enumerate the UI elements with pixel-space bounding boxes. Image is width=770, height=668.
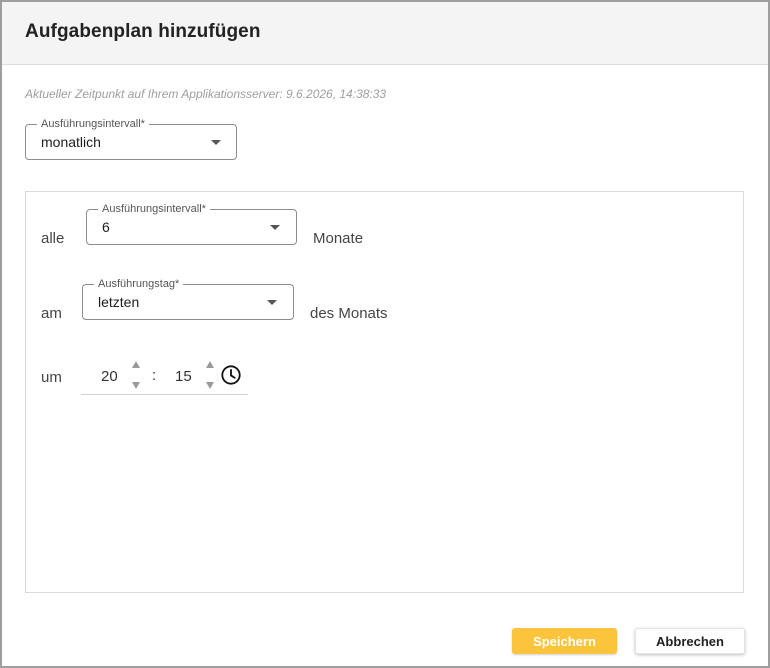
arrow-down-icon[interactable] [132,382,140,389]
day-select-value: letzten [98,294,140,310]
arrow-up-icon[interactable] [132,361,140,368]
clock-icon[interactable] [220,364,242,386]
arrow-up-icon[interactable] [206,361,214,368]
minutes-spinner[interactable] [203,357,217,393]
dialog-header: Aufgabenplan hinzufügen [2,2,768,65]
at-label: um [41,369,62,386]
on-label: am [41,305,62,322]
day-select-label: Ausführungstag* [94,277,184,291]
arrow-down-icon[interactable] [206,382,214,389]
save-button[interactable]: Speichern [512,628,617,654]
hours-input[interactable]: 20 [101,368,118,385]
day-select[interactable]: Ausführungstag* letzten [82,277,294,320]
chevron-down-icon [267,300,277,305]
chevron-down-icon [270,225,280,230]
time-picker: 20 : 15 [81,354,248,395]
cancel-button[interactable]: Abbrechen [635,628,745,654]
dialog-title: Aufgabenplan hinzufügen [25,21,261,42]
server-time-hint: Aktueller Zeitpunkt auf Ihrem Applikatio… [25,87,387,101]
interval-select-value: monatlich [41,134,101,150]
add-schedule-dialog: Aufgabenplan hinzufügen Aktueller Zeitpu… [0,0,770,668]
interval-select-label: Ausführungsintervall* [37,117,149,131]
every-label: alle [41,230,65,247]
months-select-label: Ausführungsintervall* [98,202,210,216]
months-suffix: Monate [313,230,364,247]
time-separator: : [152,367,157,384]
months-select[interactable]: Ausführungsintervall* 6 [86,202,297,245]
chevron-down-icon [211,140,221,145]
interval-select[interactable]: Ausführungsintervall* monatlich [25,117,237,160]
months-select-value: 6 [102,219,110,235]
day-suffix: des Monats [310,305,388,322]
hours-spinner[interactable] [129,357,143,393]
minutes-input[interactable]: 15 [175,368,192,385]
